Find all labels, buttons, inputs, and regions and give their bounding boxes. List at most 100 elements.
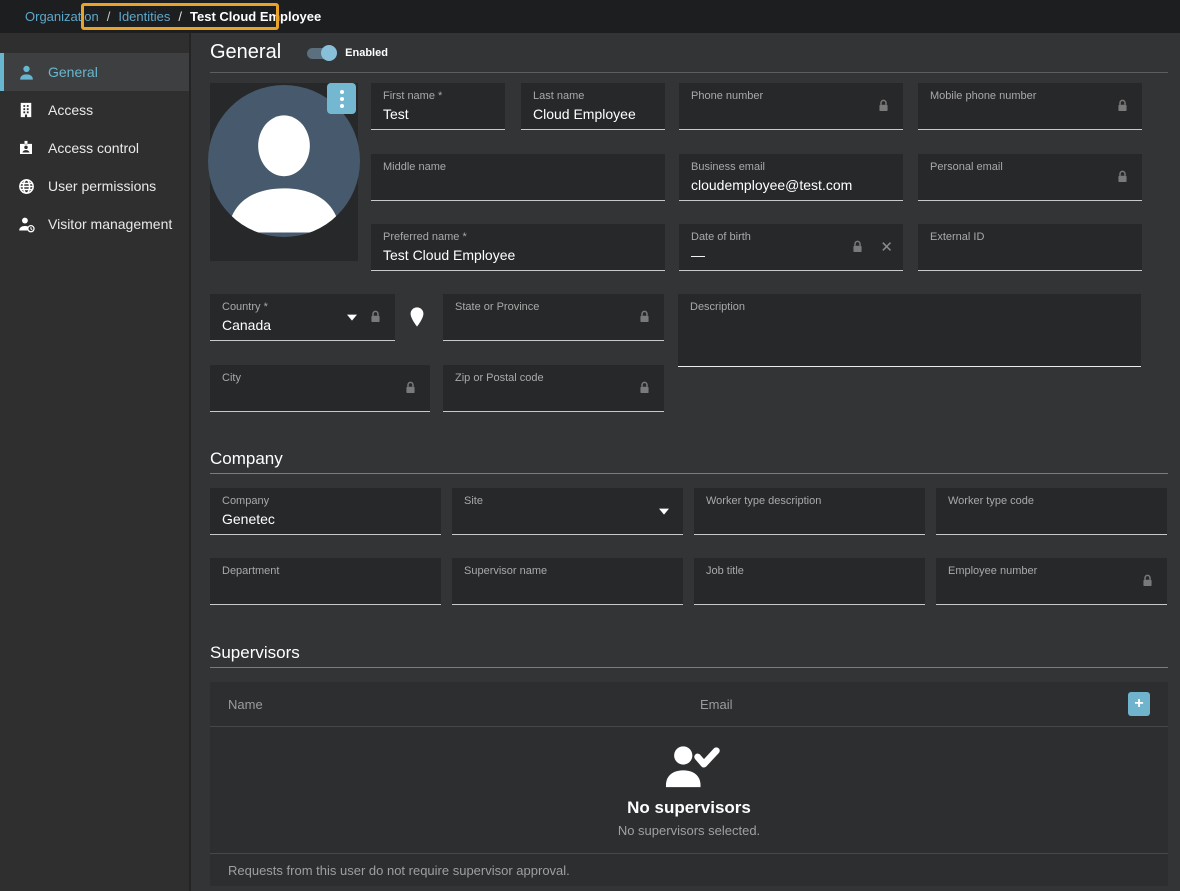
sidebar-item-visitor-management[interactable]: Visitor management <box>0 205 189 243</box>
section-divider <box>210 473 1168 474</box>
field-label: Supervisor name <box>464 565 671 578</box>
enabled-toggle[interactable] <box>307 46 337 60</box>
breadcrumb-separator: / <box>178 9 182 24</box>
breadcrumb-current: Test Cloud Employee <box>190 9 321 24</box>
field-value: Cloud Employee <box>533 106 653 122</box>
field-label: Personal email <box>930 161 1130 174</box>
location-pin-icon <box>406 304 428 335</box>
sidebar-item-label: Access <box>48 102 93 118</box>
lock-icon <box>876 99 891 114</box>
field-value: Canada <box>222 317 383 333</box>
field-label: State or Province <box>455 301 652 314</box>
field-value: Genetec <box>222 511 429 527</box>
field-label: Phone number <box>691 90 891 103</box>
header-divider <box>210 72 1168 73</box>
field-label: Last name <box>533 90 653 103</box>
supervisor-name-field[interactable]: Supervisor name <box>452 558 683 605</box>
add-icon: + <box>1134 695 1143 712</box>
kebab-menu-icon[interactable] <box>327 83 356 114</box>
close-icon[interactable]: ✕ <box>880 238 893 256</box>
supervisors-table: Name Email + No supervisors No superviso… <box>210 682 1168 886</box>
department-field[interactable]: Department <box>210 558 441 605</box>
supervisors-section-title: Supervisors <box>210 643 1168 663</box>
state-province-field[interactable]: State or Province <box>443 294 664 341</box>
breadcrumb-organization[interactable]: Organization <box>25 9 99 24</box>
person-icon <box>16 62 36 82</box>
empty-state-title: No supervisors <box>627 798 751 818</box>
empty-state-subtitle: No supervisors selected. <box>618 823 760 838</box>
field-value: Test <box>383 106 493 122</box>
site-select[interactable]: Site <box>452 488 683 535</box>
globe-icon <box>16 176 36 196</box>
field-label: Zip or Postal code <box>455 372 652 385</box>
chevron-down-icon[interactable] <box>347 315 357 321</box>
field-label: Description <box>690 301 1129 314</box>
field-label: Company <box>222 495 429 508</box>
personal-email-field[interactable]: Personal email <box>918 154 1142 201</box>
preferred-name-field[interactable]: Preferred name * Test Cloud Employee <box>371 224 665 271</box>
first-name-field[interactable]: First name * Test <box>371 83 505 130</box>
field-label: Mobile phone number <box>930 90 1130 103</box>
lock-icon <box>637 310 652 325</box>
supervisors-empty-state: No supervisors No supervisors selected. <box>210 727 1168 853</box>
badge-icon <box>16 138 36 158</box>
page-title: General <box>210 41 281 64</box>
column-header-email: Email <box>700 697 1128 712</box>
field-label: Preferred name * <box>383 231 653 244</box>
country-select[interactable]: Country * Canada <box>210 294 395 341</box>
sidebar: General Access Access control User permi… <box>0 33 191 891</box>
breadcrumb-separator: / <box>107 9 111 24</box>
sidebar-item-general[interactable]: General <box>0 53 189 91</box>
main-content: General Enabled <box>191 33 1180 891</box>
mobile-phone-field[interactable]: Mobile phone number <box>918 83 1142 130</box>
chevron-down-icon[interactable] <box>659 509 669 515</box>
field-label: First name * <box>383 90 493 103</box>
sidebar-item-label: General <box>48 64 98 80</box>
sidebar-item-access-control[interactable]: Access control <box>0 129 189 167</box>
external-id-field[interactable]: External ID <box>918 224 1142 271</box>
employee-number-field[interactable]: Employee number <box>936 558 1167 605</box>
breadcrumb-identities[interactable]: Identities <box>118 9 170 24</box>
field-label: Country * <box>222 301 383 314</box>
lock-icon <box>403 381 418 396</box>
city-field[interactable]: City <box>210 365 430 412</box>
person-check-icon <box>658 743 720 796</box>
lock-icon <box>1115 99 1130 114</box>
date-of-birth-field[interactable]: Date of birth — ✕ <box>679 224 903 271</box>
breadcrumb: Organization / Identities / Test Cloud E… <box>0 0 1180 33</box>
field-value: Test Cloud Employee <box>383 247 653 263</box>
last-name-field[interactable]: Last name Cloud Employee <box>521 83 665 130</box>
field-label: Department <box>222 565 429 578</box>
middle-name-field[interactable]: Middle name <box>371 154 665 201</box>
field-label: Employee number <box>948 565 1155 578</box>
worker-type-description-field[interactable]: Worker type description <box>694 488 925 535</box>
lock-icon <box>850 240 865 255</box>
lock-icon <box>1140 574 1155 589</box>
field-label: Middle name <box>383 161 653 174</box>
supervisor-approval-note: Requests from this user do not require s… <box>210 853 1168 886</box>
sidebar-item-label: Access control <box>48 140 139 156</box>
lock-icon <box>1115 170 1130 185</box>
add-supervisor-button[interactable]: + <box>1128 692 1150 716</box>
field-label: External ID <box>930 231 1130 244</box>
column-header-name: Name <box>228 697 700 712</box>
field-label: Worker type code <box>948 495 1155 508</box>
sidebar-item-access[interactable]: Access <box>0 91 189 129</box>
company-section-title: Company <box>210 449 1168 469</box>
sidebar-item-label: User permissions <box>48 178 156 194</box>
field-label: Site <box>464 495 671 508</box>
lock-icon <box>368 310 383 325</box>
section-divider <box>210 667 1168 668</box>
description-field[interactable]: Description <box>678 294 1141 367</box>
business-email-field[interactable]: Business email cloudemployee@test.com <box>679 154 903 201</box>
supervisors-table-header: Name Email + <box>210 682 1168 727</box>
field-value: cloudemployee@test.com <box>691 177 891 193</box>
worker-type-code-field[interactable]: Worker type code <box>936 488 1167 535</box>
field-label: Business email <box>691 161 891 174</box>
field-label: City <box>222 372 418 385</box>
sidebar-item-user-permissions[interactable]: User permissions <box>0 167 189 205</box>
zip-postal-field[interactable]: Zip or Postal code <box>443 365 664 412</box>
job-title-field[interactable]: Job title <box>694 558 925 605</box>
company-field[interactable]: Company Genetec <box>210 488 441 535</box>
phone-number-field[interactable]: Phone number <box>679 83 903 130</box>
